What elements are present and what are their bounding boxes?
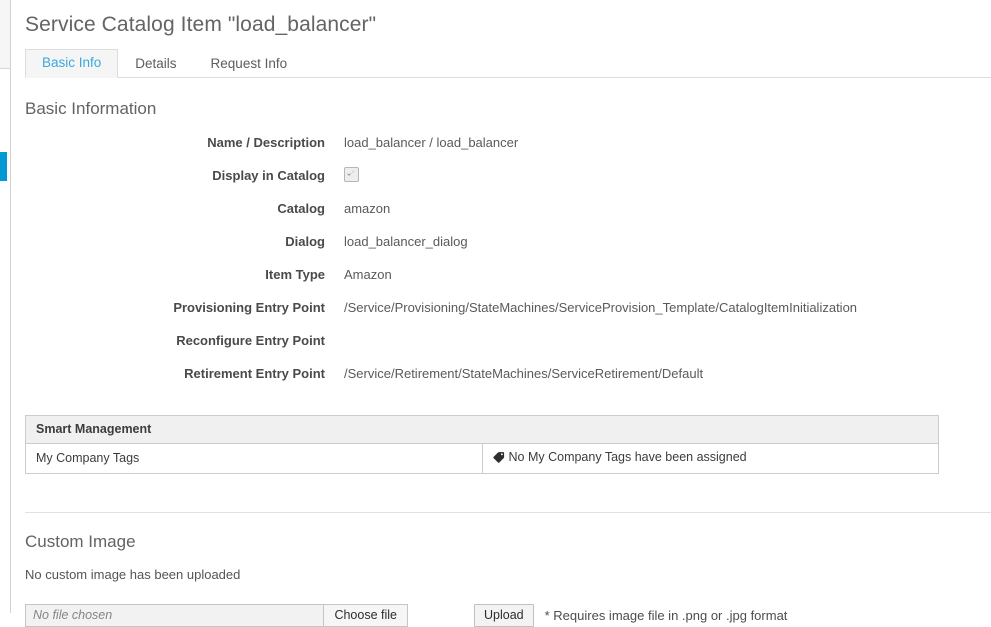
field-row-reconfigure-entry-point: Reconfigure Entry Point: [11, 332, 977, 365]
section-heading-basic-information: Basic Information: [25, 99, 157, 118]
field-row-name-description: Name / Description load_balancer / load_…: [11, 134, 977, 167]
custom-image-status-text: No custom image has been uploaded: [25, 567, 241, 582]
my-company-tags-label: My Company Tags: [25, 443, 483, 474]
tab-basic-info[interactable]: Basic Info: [25, 49, 119, 78]
table-header-row: Smart Management: [25, 415, 939, 444]
field-row-catalog: Catalog amazon: [11, 200, 977, 233]
section-heading-custom-image: Custom Image: [25, 532, 136, 551]
field-label: Name / Description: [207, 135, 325, 150]
field-label: Item Type: [265, 267, 325, 282]
tab-item: Request Info: [194, 50, 305, 77]
field-row-provisioning-entry-point: Provisioning Entry Point /Service/Provis…: [11, 299, 977, 332]
field-label: Provisioning Entry Point: [173, 300, 325, 315]
tab-request-info[interactable]: Request Info: [194, 50, 305, 78]
field-value-retirement-entry-point: /Service/Retirement/StateMachines/Servic…: [344, 366, 704, 381]
choose-file-button[interactable]: Choose file: [323, 605, 407, 626]
table-row: My Company Tags No My Company Tags have …: [25, 443, 939, 474]
custom-image-upload-row: No file chosen Choose file Upload * Requ…: [25, 604, 991, 627]
field-label: Display in Catalog: [212, 168, 325, 183]
field-row-dialog: Dialog load_balancer_dialog: [11, 233, 977, 266]
sidebar-header-stub: [0, 0, 10, 69]
my-company-tags-value-cell: No My Company Tags have been assigned: [482, 443, 939, 474]
main-content: Service Catalog Item "load_balancer" Bas…: [11, 0, 991, 627]
field-value-display-in-catalog: [333, 167, 977, 185]
collapsed-sidebar-rail: [0, 0, 11, 613]
field-value-catalog: amazon: [344, 201, 391, 216]
field-row-display-in-catalog: Display in Catalog: [11, 167, 977, 200]
tag-icon: [492, 451, 505, 468]
tab-item: Details: [118, 50, 193, 77]
field-label: Dialog: [285, 234, 325, 249]
tab-bar: Basic Info Details Request Info: [25, 49, 991, 78]
basic-information-fields: Name / Description load_balancer / load_…: [11, 134, 977, 398]
field-value-provisioning-entry-point: /Service/Provisioning/StateMachines/Serv…: [344, 300, 858, 315]
field-label: Retirement Entry Point: [184, 366, 325, 381]
field-label: Catalog: [277, 201, 325, 216]
tab-details[interactable]: Details: [118, 50, 193, 78]
field-value-dialog: load_balancer_dialog: [344, 234, 468, 249]
smart-management-header: Smart Management: [25, 415, 939, 444]
tab-item: Basic Info: [25, 49, 119, 78]
field-row-item-type: Item Type Amazon: [11, 266, 977, 299]
file-input-group[interactable]: No file chosen Choose file: [25, 604, 408, 627]
my-company-tags-value: No My Company Tags have been assigned: [508, 450, 747, 464]
field-value-item-type: Amazon: [344, 267, 392, 282]
upload-button[interactable]: Upload: [474, 604, 534, 627]
field-value-name-description: load_balancer / load_balancer: [344, 135, 519, 150]
file-name-display: No file chosen: [26, 605, 324, 626]
page-title: Service Catalog Item "load_balancer": [25, 13, 377, 36]
display-in-catalog-checkbox: [344, 167, 359, 182]
field-label: Reconfigure Entry Point: [176, 333, 325, 348]
checkmark-icon: [346, 169, 355, 176]
smart-management-table: Smart Management My Company Tags No My C…: [25, 415, 939, 474]
field-row-retirement-entry-point: Retirement Entry Point /Service/Retireme…: [11, 365, 977, 398]
sidebar-active-item-indicator[interactable]: [0, 152, 7, 181]
upload-format-note: * Requires image file in .png or .jpg fo…: [544, 608, 788, 623]
